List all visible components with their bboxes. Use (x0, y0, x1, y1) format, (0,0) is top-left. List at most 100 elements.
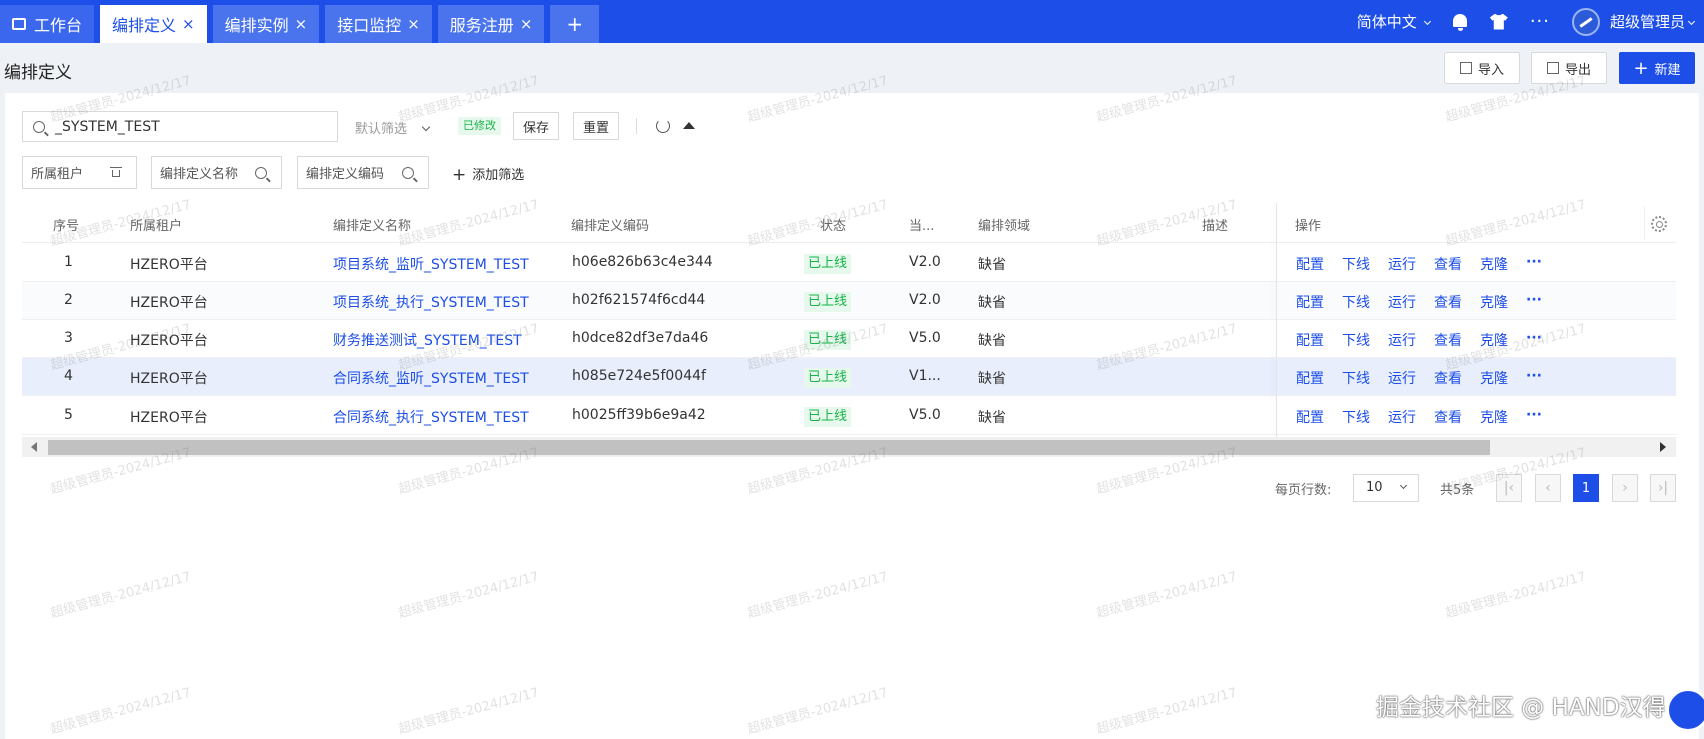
cell-name-link[interactable]: 项目系统_监听_SYSTEM_TEST (333, 254, 529, 274)
view-link[interactable]: 查看 (1434, 330, 1462, 350)
scroll-left-icon[interactable] (31, 442, 37, 452)
scrollbar-thumb[interactable] (48, 440, 1490, 455)
view-link[interactable]: 查看 (1434, 407, 1462, 427)
view-link[interactable]: 查看 (1434, 254, 1462, 274)
tenant-filter-label: 所属租户 (31, 167, 84, 182)
tab-label: 编排定义 (112, 16, 177, 35)
add-tab-button[interactable]: + (550, 5, 600, 43)
table-row[interactable]: 5 HZERO平台 合同系统_执行_SYSTEM_TEST h0025ff39b… (22, 397, 1676, 435)
cell-name-link[interactable]: 财务推送测试_SYSTEM_TEST (333, 330, 522, 350)
export-button[interactable]: 导出 (1531, 52, 1607, 84)
tab-interface-monitor[interactable]: 接口监控 × (325, 5, 432, 43)
table-row[interactable]: 1 HZERO平台 项目系统_监听_SYSTEM_TEST h06e826b63… (22, 244, 1676, 282)
last-page-button[interactable]: ›| (1650, 474, 1676, 502)
offline-link[interactable]: 下线 (1342, 368, 1370, 388)
offline-link[interactable]: 下线 (1342, 330, 1370, 350)
cell-version: V5.0 (909, 407, 941, 423)
offline-link[interactable]: 下线 (1342, 407, 1370, 427)
search-input[interactable]: _SYSTEM_TEST (22, 111, 338, 142)
reset-button[interactable]: 重置 (573, 112, 620, 140)
save-button[interactable]: 保存 (513, 112, 560, 140)
offline-link[interactable]: 下线 (1342, 292, 1370, 312)
close-icon[interactable]: × (520, 15, 533, 33)
configure-link[interactable]: 配置 (1296, 407, 1324, 427)
cell-version: V1... (909, 368, 941, 384)
scroll-right-icon[interactable] (1660, 442, 1666, 452)
clone-link[interactable]: 克隆 (1480, 254, 1508, 274)
close-icon[interactable]: × (407, 15, 420, 33)
close-icon[interactable]: × (182, 15, 195, 33)
configure-link[interactable]: 配置 (1296, 254, 1324, 274)
run-link[interactable]: 运行 (1388, 292, 1416, 312)
clone-link[interactable]: 克隆 (1480, 330, 1508, 350)
column-header-description: 描述 (1202, 219, 1229, 234)
add-filter-button[interactable]: + 添加筛选 (452, 164, 524, 185)
clone-link[interactable]: 克隆 (1480, 368, 1508, 388)
code-filter[interactable]: 编排定义编码 (297, 156, 429, 189)
view-link[interactable]: 查看 (1434, 368, 1462, 388)
collapse-icon[interactable] (683, 122, 695, 129)
page-size-select[interactable]: 10 (1353, 474, 1419, 502)
run-link[interactable]: 运行 (1388, 407, 1416, 427)
tenant-filter[interactable]: 所属租户 (22, 156, 137, 189)
tab-service-registry[interactable]: 服务注册 × (437, 5, 545, 43)
cell-index: 1 (64, 254, 73, 270)
cell-index: 4 (64, 368, 73, 384)
run-link[interactable]: 运行 (1388, 330, 1416, 350)
status-badge: 已上线 (804, 407, 852, 427)
column-header-status: 状态 (820, 219, 847, 234)
clone-link[interactable]: 克隆 (1480, 292, 1508, 312)
import-label: 导入 (1477, 62, 1504, 78)
total-count: 共5条 (1440, 483, 1475, 498)
floating-logo[interactable] (1666, 688, 1704, 732)
page-number-button[interactable]: 1 (1573, 474, 1599, 502)
tab-orchestration-instance[interactable]: 编排实例 × (212, 5, 320, 43)
run-link[interactable]: 运行 (1388, 254, 1416, 274)
clone-link[interactable]: 克隆 (1480, 407, 1508, 427)
cell-name-link[interactable]: 合同系统_执行_SYSTEM_TEST (333, 407, 529, 427)
divider (1644, 206, 1645, 240)
refresh-icon[interactable] (656, 119, 670, 133)
next-page-button[interactable]: › (1612, 474, 1638, 502)
table-row[interactable]: 4 HZERO平台 合同系统_监听_SYSTEM_TEST h085e724e5… (22, 358, 1676, 396)
cell-version: V2.0 (909, 292, 941, 308)
cell-name-link[interactable]: 合同系统_监听_SYSTEM_TEST (333, 368, 529, 388)
configure-link[interactable]: 配置 (1296, 330, 1324, 350)
language-select[interactable]: 简体中文 (1357, 11, 1431, 32)
search-value: _SYSTEM_TEST (55, 118, 160, 135)
cell-tenant: HZERO平台 (130, 257, 208, 273)
theme-button[interactable] (1489, 13, 1508, 30)
export-label: 导出 (1564, 62, 1591, 78)
new-button[interactable]: + 新建 (1619, 52, 1695, 84)
more-actions-icon[interactable]: ··· (1526, 292, 1542, 308)
chevron-down-icon (1687, 17, 1696, 26)
cell-code: h02f621574f6cd44 (572, 292, 706, 308)
configure-link[interactable]: 配置 (1296, 292, 1324, 312)
import-button[interactable]: 导入 (1444, 52, 1520, 84)
run-link[interactable]: 运行 (1388, 368, 1416, 388)
cell-version: V2.0 (909, 254, 941, 270)
notification-button[interactable] (1452, 13, 1468, 31)
name-filter[interactable]: 编排定义名称 (151, 156, 282, 189)
offline-link[interactable]: 下线 (1342, 254, 1370, 274)
first-page-button[interactable]: |‹ (1496, 474, 1522, 502)
configure-link[interactable]: 配置 (1296, 368, 1324, 388)
more-actions-icon[interactable]: ··· (1526, 368, 1542, 384)
more-actions-icon[interactable]: ··· (1526, 407, 1542, 423)
export-icon (1546, 62, 1559, 74)
tab-workbench[interactable]: 工作台 (0, 5, 95, 43)
more-menu-button[interactable]: ··· (1530, 11, 1550, 32)
more-actions-icon[interactable]: ··· (1526, 330, 1542, 346)
cell-domain: 缺省 (978, 371, 1006, 387)
user-menu[interactable]: 超级管理员 (1571, 7, 1696, 36)
cell-name-link[interactable]: 项目系统_执行_SYSTEM_TEST (333, 292, 529, 312)
view-link[interactable]: 查看 (1434, 292, 1462, 312)
gear-icon[interactable] (1651, 216, 1667, 232)
table-row[interactable]: 3 HZERO平台 财务推送测试_SYSTEM_TEST h0dce82df3e… (22, 320, 1676, 358)
tab-orchestration-definition[interactable]: 编排定义 × (100, 5, 207, 43)
filter-preset-select[interactable]: 默认筛选 (355, 118, 431, 137)
close-icon[interactable]: × (295, 15, 308, 33)
table-row[interactable]: 2 HZERO平台 项目系统_执行_SYSTEM_TEST h02f621574… (22, 282, 1676, 320)
prev-page-button[interactable]: ‹ (1535, 474, 1561, 502)
more-actions-icon[interactable]: ··· (1526, 254, 1542, 270)
